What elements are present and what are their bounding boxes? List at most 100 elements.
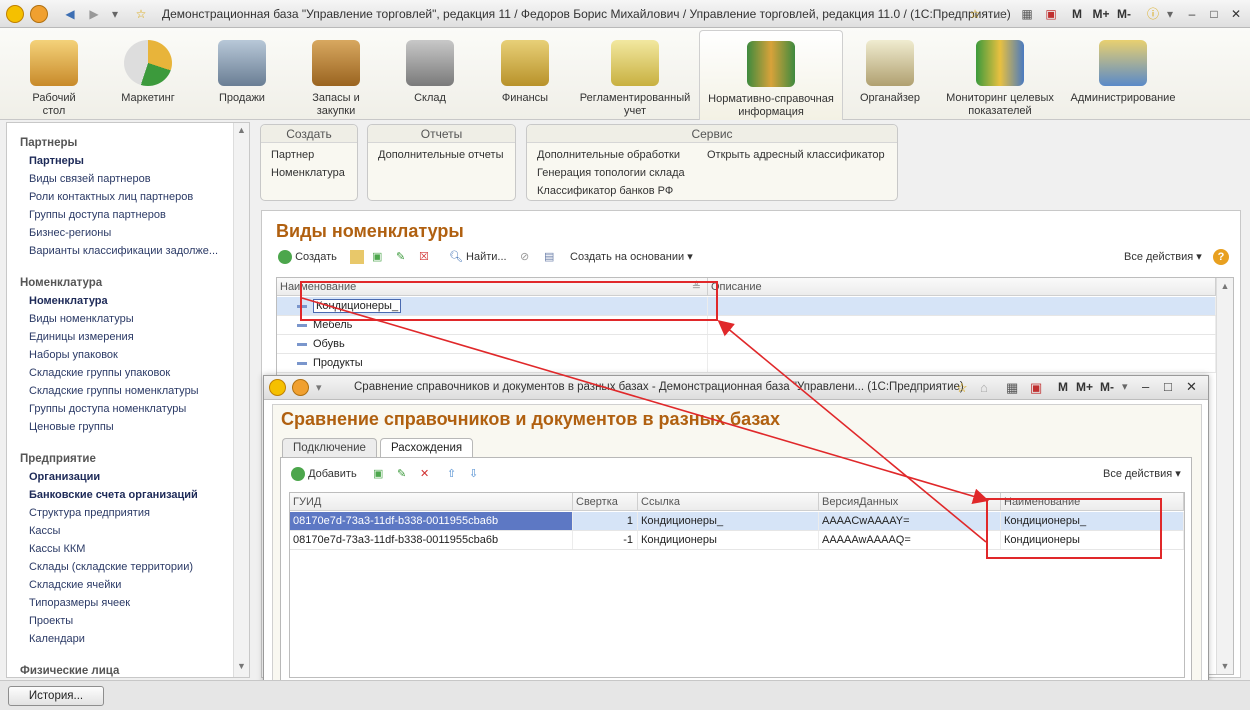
- help-icon[interactable]: ?: [1213, 249, 1229, 265]
- calculator-icon[interactable]: ▦: [1018, 5, 1036, 23]
- app-logo-icon[interactable]: [269, 379, 286, 396]
- sidebar-item-organizations[interactable]: Организации: [29, 471, 100, 483]
- maximize-icon[interactable]: □: [1164, 379, 1172, 394]
- sidebar-item-cash-kkm[interactable]: Кассы ККМ: [29, 543, 85, 555]
- section-regulated-accounting[interactable]: Регламентированный учет: [576, 30, 694, 120]
- create-based-on-button[interactable]: Создать на основании ▾: [570, 246, 693, 268]
- section-desktop[interactable]: Рабочий стол: [20, 30, 88, 120]
- delete-icon[interactable]: ✕: [420, 463, 429, 485]
- sidebar-item-warehouses[interactable]: Склады (складские территории): [29, 561, 193, 573]
- warehouse-topology-link[interactable]: Генерация топологии склада: [537, 167, 685, 179]
- add-button[interactable]: Добавить: [291, 463, 357, 485]
- copy-icon[interactable]: ▣: [372, 246, 382, 268]
- move-down-icon[interactable]: ⇩: [469, 463, 478, 485]
- section-monitoring[interactable]: Мониторинг целевых показателей: [940, 30, 1060, 120]
- tab-connection[interactable]: Подключение: [282, 438, 377, 458]
- create-partner-link[interactable]: Партнер: [271, 149, 314, 161]
- favorites-icon[interactable]: ☆: [956, 380, 968, 396]
- section-marketing[interactable]: Маркетинг: [112, 30, 184, 120]
- sidebar-item-nomenclature-access-groups[interactable]: Группы доступа номенклатуры: [29, 403, 186, 415]
- sidebar-scrollbar[interactable]: ▲ ▼: [233, 123, 249, 677]
- create-folder-icon[interactable]: [350, 250, 364, 264]
- memory-m-minus-button[interactable]: M-: [1100, 380, 1114, 394]
- sidebar-item-price-groups[interactable]: Ценовые группы: [29, 421, 114, 433]
- sidebar-item-package-warehouse-groups[interactable]: Складские группы упаковок: [29, 367, 170, 379]
- back-icon[interactable]: ◀: [60, 5, 80, 23]
- address-classifier-link[interactable]: Открыть адресный классификатор: [707, 149, 885, 161]
- sidebar-item-business-regions[interactable]: Бизнес-регионы: [29, 227, 111, 239]
- column-header-ssylka[interactable]: Ссылка: [638, 493, 819, 511]
- scroll-down-icon[interactable]: ▼: [236, 661, 247, 675]
- memory-m-plus-button[interactable]: M+: [1076, 380, 1093, 394]
- sidebar-item-nomenclature[interactable]: Номенклатура: [29, 295, 108, 307]
- list-icon[interactable]: ▤: [544, 246, 554, 268]
- scroll-up-icon[interactable]: ▲: [1217, 281, 1233, 291]
- section-administration[interactable]: Администрирование: [1068, 30, 1178, 120]
- memory-m-plus-button[interactable]: M+: [1090, 5, 1112, 23]
- sidebar-item-partners[interactable]: Партнеры: [29, 155, 84, 167]
- dialog-dropdown-icon[interactable]: ▾: [1122, 380, 1128, 393]
- sidebar-item-calendars[interactable]: Календари: [29, 633, 85, 645]
- table-row[interactable]: Обувь: [277, 335, 1233, 354]
- section-reference-info[interactable]: Нормативно-справочная информация: [699, 30, 843, 120]
- bank-classifier-link[interactable]: Классификатор банков РФ: [537, 185, 673, 197]
- scroll-down-icon[interactable]: ▼: [1217, 661, 1233, 671]
- section-organizer[interactable]: Органайзер: [854, 30, 926, 120]
- calculator-icon[interactable]: ▦: [1006, 380, 1018, 396]
- table-row[interactable]: Продукты: [277, 354, 1233, 373]
- sidebar-item-units[interactable]: Единицы измерения: [29, 331, 134, 343]
- section-finance[interactable]: Финансы: [490, 30, 560, 120]
- minimize-icon[interactable]: –: [1142, 379, 1149, 394]
- section-stock[interactable]: Запасы и закупки: [298, 30, 374, 120]
- main-menu-icon[interactable]: [30, 5, 48, 23]
- history-button[interactable]: История...: [8, 686, 104, 706]
- home-icon[interactable]: ⌂: [990, 5, 1008, 23]
- sidebar-item-structure[interactable]: Структура предприятия: [29, 507, 150, 519]
- info-dropdown-icon[interactable]: ▾: [1164, 5, 1176, 23]
- sidebar-item-cash[interactable]: Кассы: [29, 525, 60, 537]
- memory-m-minus-button[interactable]: M-: [1114, 5, 1134, 23]
- move-up-icon[interactable]: ⇧: [447, 463, 456, 485]
- find-button[interactable]: 🔍︎ Найти...: [449, 246, 507, 268]
- history-dropdown-icon[interactable]: ▾: [108, 5, 122, 23]
- additional-processing-link[interactable]: Дополнительные обработки: [537, 149, 680, 161]
- favorite-star-icon[interactable]: ☆: [132, 5, 150, 23]
- calendar-icon[interactable]: ▣: [1030, 380, 1042, 396]
- sidebar-item-partner-relations[interactable]: Виды связей партнеров: [29, 173, 151, 185]
- sidebar-item-bank-accounts[interactable]: Банковские счета организаций: [29, 489, 198, 501]
- column-header-version[interactable]: ВерсияДанных: [819, 493, 1001, 511]
- forward-icon[interactable]: ▶: [84, 5, 104, 23]
- dialog-menu-icon[interactable]: [292, 379, 309, 396]
- tab-differences[interactable]: Расхождения: [380, 438, 474, 458]
- sidebar-item-partner-access-groups[interactable]: Группы доступа партнеров: [29, 209, 166, 221]
- create-nomenclature-link[interactable]: Номенклатура: [271, 167, 345, 179]
- delete-icon[interactable]: ☒: [419, 246, 429, 268]
- memory-m-button[interactable]: M: [1058, 380, 1068, 394]
- cancel-search-icon[interactable]: ⊘: [520, 246, 529, 268]
- dialog-menu-dropdown-icon[interactable]: ▾: [316, 381, 322, 394]
- section-sales[interactable]: Продажи: [208, 30, 276, 120]
- memory-m-button[interactable]: M: [1070, 5, 1084, 23]
- edit-icon[interactable]: ✎: [396, 246, 405, 268]
- app-logo-icon[interactable]: [6, 5, 24, 23]
- sidebar-item-package-sets[interactable]: Наборы упаковок: [29, 349, 118, 361]
- info-icon[interactable]: ⓘ: [1144, 5, 1162, 23]
- edit-icon[interactable]: ✎: [397, 463, 406, 485]
- scroll-up-icon[interactable]: ▲: [236, 125, 247, 139]
- sidebar-item-nomenclature-types[interactable]: Виды номенклатуры: [29, 313, 134, 325]
- column-header-description[interactable]: Описание: [708, 278, 1216, 296]
- section-warehouse[interactable]: Склад: [394, 30, 466, 120]
- sidebar-item-debt-classification[interactable]: Варианты классификации задолже...: [29, 245, 218, 257]
- sidebar-item-cell-sizes[interactable]: Типоразмеры ячеек: [29, 597, 130, 609]
- all-actions-button[interactable]: Все действия ▾: [1124, 246, 1202, 268]
- sidebar-item-nomenclature-warehouse-groups[interactable]: Складские группы номенклатуры: [29, 385, 199, 397]
- close-icon[interactable]: ✕: [1228, 5, 1244, 23]
- maximize-icon[interactable]: □: [1206, 5, 1222, 23]
- sidebar-item-projects[interactable]: Проекты: [29, 615, 73, 627]
- close-icon[interactable]: ✕: [1186, 379, 1197, 395]
- sidebar-item-warehouse-cells[interactable]: Складские ячейки: [29, 579, 121, 591]
- additional-reports-link[interactable]: Дополнительные отчеты: [378, 149, 503, 161]
- minimize-icon[interactable]: –: [1184, 5, 1200, 23]
- calendar-icon[interactable]: ▣: [1042, 5, 1060, 23]
- dialog-all-actions-button[interactable]: Все действия ▾: [1103, 463, 1181, 485]
